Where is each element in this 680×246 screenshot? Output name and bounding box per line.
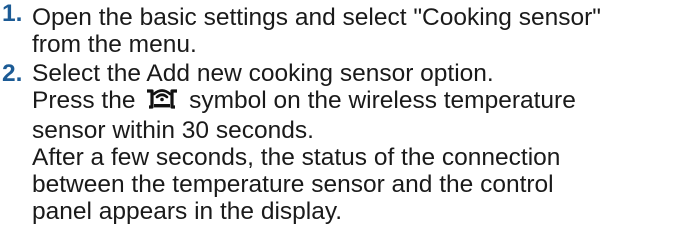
- instruction-step-1: 1. Open the basic settings and select "C…: [0, 0, 680, 58]
- press-text-before: Press the: [32, 87, 143, 114]
- step-2-press-line: Press the symbol on the wireless tempera…: [32, 87, 680, 117]
- sensor-connect-icon: [145, 87, 179, 117]
- step-2-line-5: between the temperature sensor and the c…: [32, 171, 554, 198]
- step-2-line-1: Select the Add new cooking sensor option…: [32, 60, 494, 87]
- press-text-after: symbol on the wireless temperature: [182, 87, 576, 114]
- instruction-step-2: 2. Select the Add new cooking sensor opt…: [0, 60, 680, 225]
- step-2-line-6: panel appears in the display.: [32, 198, 343, 225]
- step-number-1: 1.: [2, 0, 23, 27]
- step-2-line-3: sensor within 30 seconds.: [32, 117, 314, 144]
- step-1-line-2: from the menu.: [32, 31, 197, 58]
- step-number-2: 2.: [2, 60, 23, 87]
- step-1-line-1: Open the basic settings and select "Cook…: [32, 4, 601, 31]
- step-2-line-4: After a few seconds, the status of the c…: [32, 144, 561, 171]
- instruction-steps: 1. Open the basic settings and select "C…: [0, 0, 680, 225]
